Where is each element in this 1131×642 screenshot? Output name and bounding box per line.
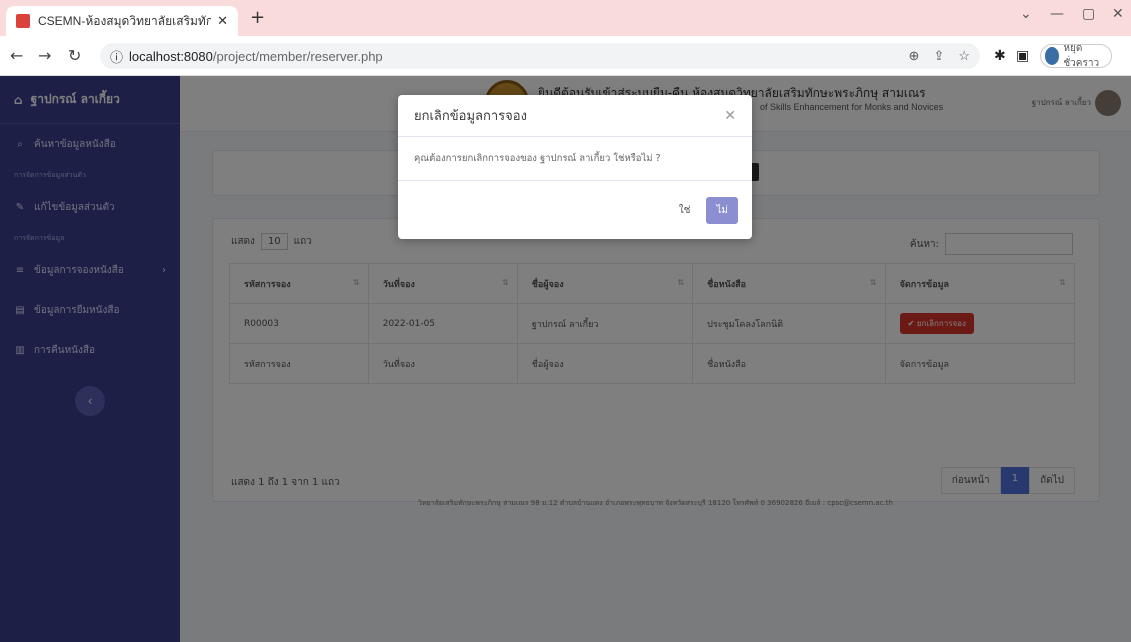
modal-title: ยกเลิกข้อมูลการจอง [414,109,527,124]
tab-title: CSEMN-ห้องสมุดวิทยาลัยเสริมทักษะ [38,13,212,28]
browser-tab[interactable]: CSEMN-ห้องสมุดวิทยาลัยเสริมทักษะ ✕ [6,6,238,36]
close-icon[interactable]: ✕ [724,108,736,124]
cancel-reservation-modal: ยกเลิกข้อมูลการจอง ✕ คุณต้องการยกเลิกการ… [398,95,752,239]
maximize-icon[interactable]: ▢ [1082,6,1095,22]
close-window-icon[interactable]: ✕ [1112,6,1124,22]
modal-header: ยกเลิกข้อมูลการจอง ✕ [398,95,752,137]
profile-label: หยุดชั่วคราว [1063,43,1100,69]
new-tab-icon[interactable]: + [250,7,265,28]
url-host: localhost:8080 [129,48,213,64]
extensions-icon[interactable]: ✱ [994,48,1006,64]
modal-message: คุณต้องการยกเลิกการจองของ ฐาปกรณ์ ลาเกี้… [398,137,752,181]
favicon-icon [16,14,30,28]
address-bar: ← → ↻ ⓘ localhost:8080 /project/member/r… [0,36,1131,76]
browser-tabbar: CSEMN-ห้องสมุดวิทยาลัยเสริมทักษะ ✕ + ⌄ —… [0,0,1131,36]
bookmark-icon[interactable]: ☆ [958,48,970,64]
profile-button[interactable]: หยุดชั่วคราว [1040,43,1112,69]
minimize-icon[interactable]: — [1050,6,1064,22]
avatar [1045,47,1060,65]
forward-icon[interactable]: → [38,46,51,65]
close-tab-icon[interactable]: ✕ [217,14,228,29]
modal-footer: ใช่ ไม่ [398,181,752,239]
url-path: /project/member/reserver.php [212,48,383,64]
sidepanel-icon[interactable]: ▣ [1016,48,1029,64]
reload-icon[interactable]: ↻ [68,46,81,65]
cancel-button[interactable]: ไม่ [706,196,738,224]
info-icon[interactable]: ⓘ [110,47,123,66]
back-icon[interactable]: ← [10,46,23,65]
url-field[interactable]: ⓘ localhost:8080 /project/member/reserve… [100,43,980,69]
tab-search-icon[interactable]: ⌄ [1020,6,1032,22]
share-icon[interactable]: ⇪ [933,48,944,64]
confirm-button[interactable]: ใช่ [673,199,697,222]
zoom-icon[interactable]: ⊕ [909,48,920,64]
